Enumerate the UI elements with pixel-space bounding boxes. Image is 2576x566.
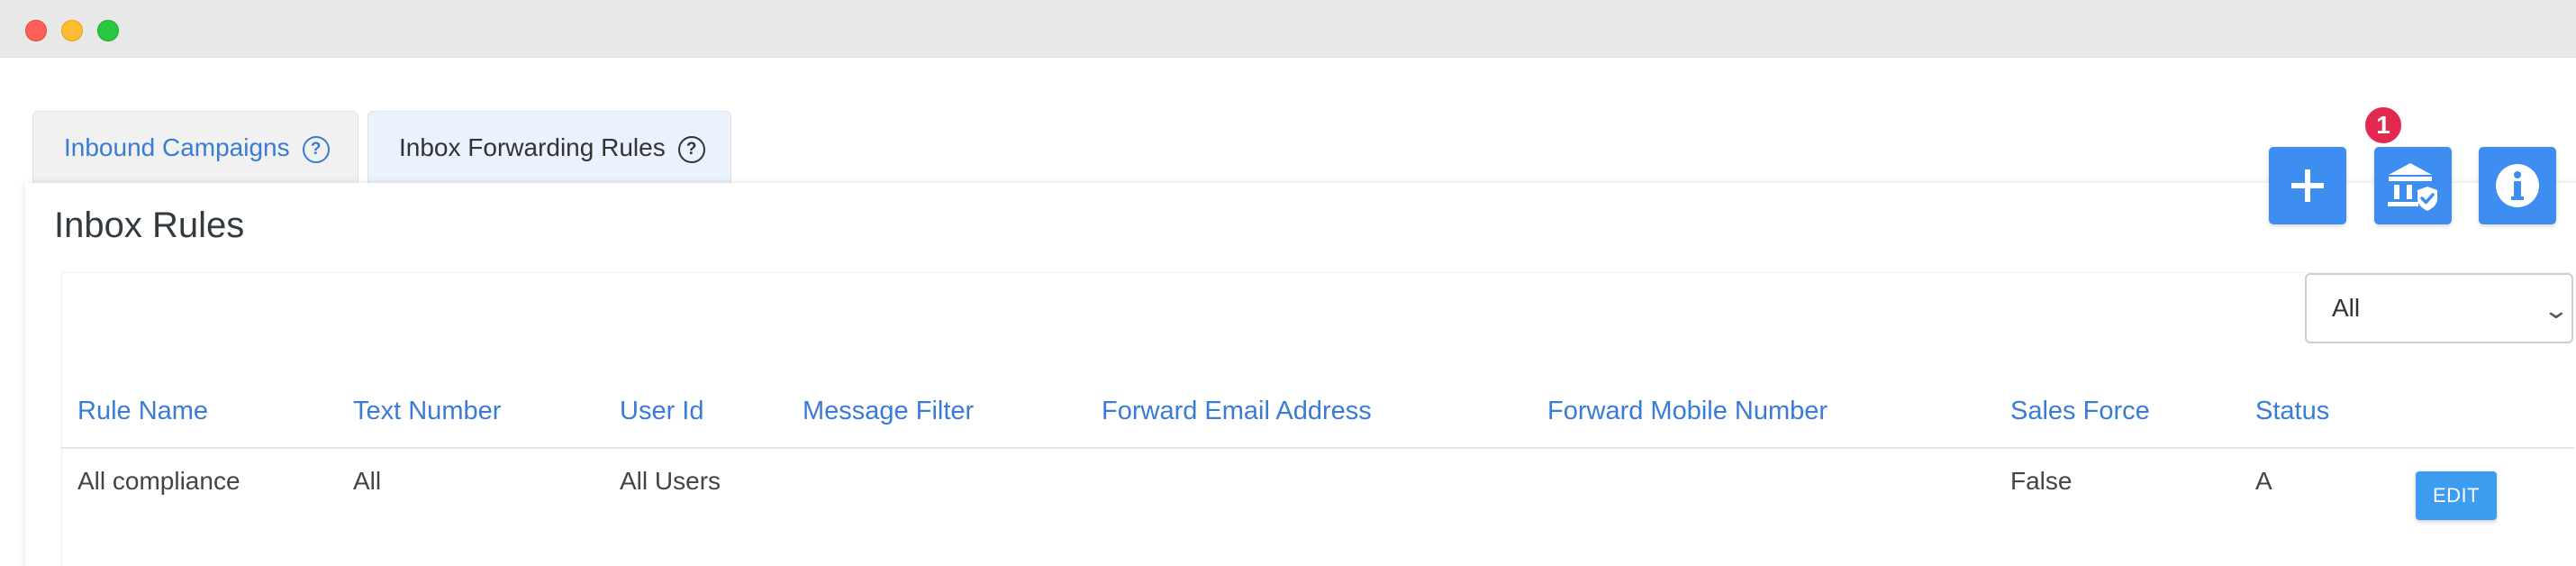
close-window-icon[interactable] xyxy=(25,20,47,41)
chevron-down-icon: ⌄ xyxy=(2542,297,2571,324)
page-title: Inbox Rules xyxy=(54,205,245,245)
cell-sales-force: False xyxy=(2010,467,2073,495)
help-icon[interactable]: ? xyxy=(302,135,330,163)
status-filter-select[interactable]: All ⌄ xyxy=(2305,273,2573,343)
notification-badge: 1 xyxy=(2363,105,2404,146)
plus-icon xyxy=(2291,169,2324,202)
cell-text-number: All xyxy=(353,467,382,495)
column-header-user-id[interactable]: User Id xyxy=(620,397,703,426)
cell-user-id: All Users xyxy=(620,467,721,495)
column-header-forward-email[interactable]: Forward Email Address xyxy=(1102,397,1372,426)
column-header-message-filter[interactable]: Message Filter xyxy=(803,397,974,426)
column-header-forward-mobile[interactable]: Forward Mobile Number xyxy=(1547,397,1828,426)
edit-button[interactable]: EDIT xyxy=(2416,471,2497,520)
cell-status: A xyxy=(2255,467,2272,495)
filter-selected-value: All xyxy=(2332,294,2361,322)
help-icon[interactable]: ? xyxy=(677,135,705,163)
bank-shield-icon xyxy=(2388,163,2437,211)
column-header-status[interactable]: Status xyxy=(2255,397,2329,426)
maximize-window-icon[interactable] xyxy=(97,20,119,41)
add-rule-button[interactable] xyxy=(2269,147,2346,224)
info-button[interactable] xyxy=(2479,147,2556,224)
column-header-sales-force[interactable]: Sales Force xyxy=(2010,397,2150,426)
tab-label: Inbox Forwarding Rules xyxy=(399,132,666,161)
compliance-button[interactable] xyxy=(2374,147,2452,224)
cell-rule-name: All compliance xyxy=(77,467,240,495)
tab-inbox-forwarding-rules[interactable]: Inbox Forwarding Rules ? xyxy=(367,111,731,183)
column-header-text-number[interactable]: Text Number xyxy=(353,397,501,426)
minimize-window-icon[interactable] xyxy=(61,20,83,41)
tab-inbound-campaigns[interactable]: Inbound Campaigns ? xyxy=(32,111,358,183)
info-icon xyxy=(2496,164,2539,207)
window-titlebar xyxy=(0,0,2576,58)
column-header-rule-name[interactable]: Rule Name xyxy=(77,397,208,426)
table-header-divider xyxy=(61,447,2574,449)
tab-label: Inbound Campaigns xyxy=(64,132,290,161)
